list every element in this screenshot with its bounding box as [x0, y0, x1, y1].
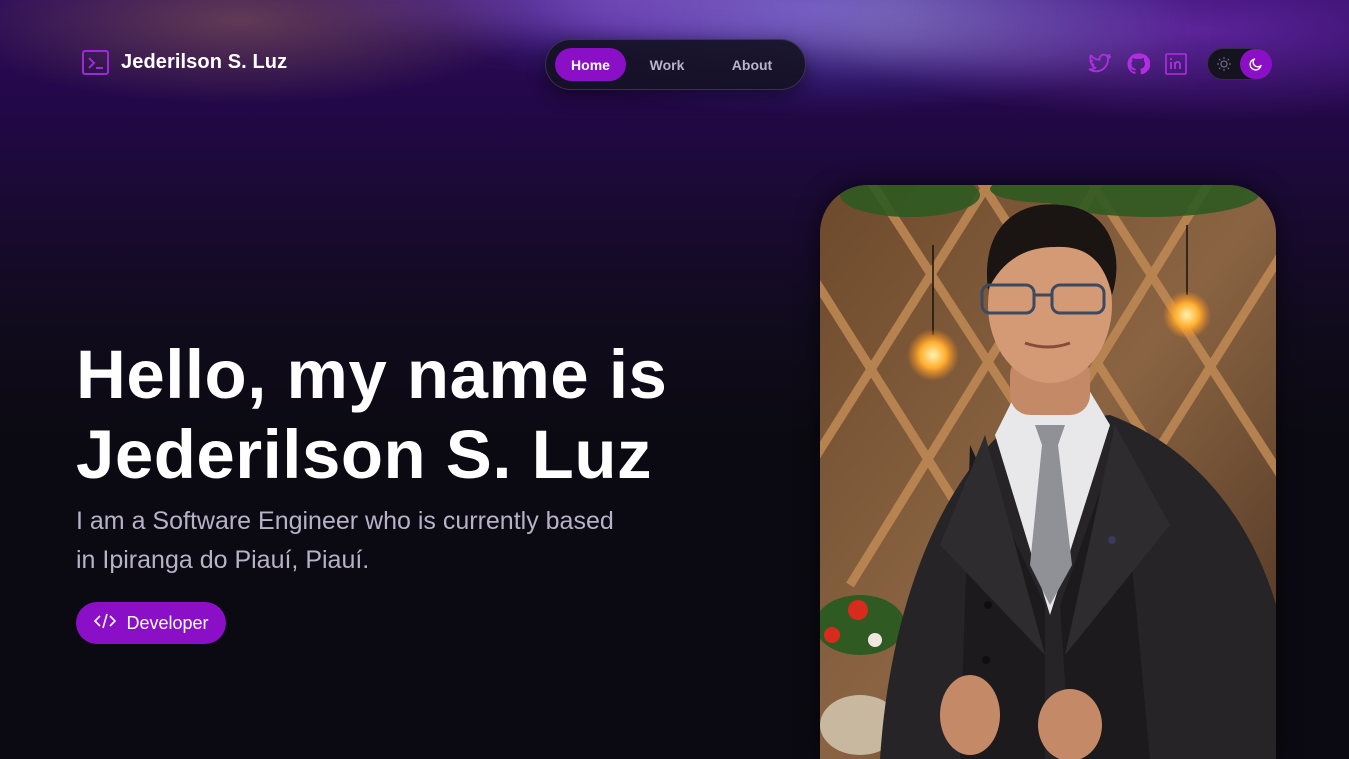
main-nav: Home Work About [545, 39, 806, 90]
profile-photo [820, 185, 1276, 759]
nav-item-home[interactable]: Home [555, 48, 626, 81]
sun-icon [1216, 56, 1232, 77]
nav-item-work[interactable]: Work [627, 48, 707, 81]
twitter-icon[interactable] [1088, 52, 1112, 76]
nav-item-about[interactable]: About [708, 48, 796, 81]
theme-toggle[interactable] [1207, 48, 1272, 80]
terminal-icon [82, 50, 109, 75]
social-links [1088, 52, 1188, 76]
site-header: Jederilson S. Luz Home Work About [0, 0, 1349, 128]
hero-title: Hello, my name is Jederilson S. Luz [76, 335, 776, 495]
moon-icon [1240, 49, 1272, 79]
linkedin-icon[interactable] [1164, 52, 1188, 76]
developer-badge: Developer [76, 602, 226, 644]
hero-subtitle-line-2: in Ipiranga do Piauí, Piauí. [76, 546, 370, 574]
hero-title-line-1: Hello, my name is [76, 336, 668, 413]
brand-link[interactable]: Jederilson S. Luz [82, 50, 287, 75]
github-icon[interactable] [1126, 52, 1151, 76]
hero-subtitle-line-1: I am a Software Engineer who is currentl… [76, 507, 614, 535]
developer-badge-label: Developer [126, 612, 209, 633]
hero-title-line-2: Jederilson S. Luz [76, 416, 652, 493]
code-icon [93, 611, 117, 636]
brand-name: Jederilson S. Luz [121, 51, 288, 73]
hero-subtitle: I am a Software Engineer who is currentl… [76, 502, 676, 580]
